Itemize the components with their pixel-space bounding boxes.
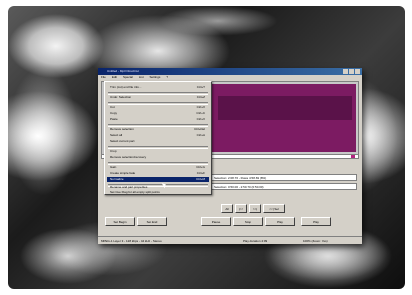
menu-item-shortcut: Ctrl+M (196, 177, 205, 181)
stop-button[interactable]: Stop (233, 217, 263, 226)
menu-item-select-part[interactable]: Select current part (107, 139, 209, 144)
close-icon[interactable] (355, 69, 360, 74)
minimize-icon[interactable] (343, 69, 348, 74)
menu-item-label: Select all (110, 133, 123, 137)
selection-range-field[interactable]: Selection: 0:50.00 - 2:50.70 (0:50.00) (211, 183, 357, 190)
highlight-shine (158, 6, 278, 36)
menu-item-label: Normalize (110, 177, 124, 181)
selection-info-text: Selection: 2:08.76 - Rows 4:58.69 (8%) (214, 176, 267, 180)
selection-range-text: Selection: 0:50.00 - 2:50.70 (0:50.00) (214, 185, 264, 189)
waveform-selection (218, 96, 352, 120)
play-selection-button[interactable]: Play (301, 217, 331, 226)
menu-item-paste[interactable]: Paste Ctrl+V (107, 117, 209, 122)
menu-item-label: Undo: Selection (110, 95, 132, 99)
menu-item-label: Set Cue Flag for all empty split points (110, 190, 160, 194)
menu-item-shortcut: Ctrl+V (196, 117, 205, 121)
menu-item-undo[interactable]: Undo: Selection Ctrl+Z (107, 95, 209, 100)
pause-button[interactable]: Pause (201, 217, 231, 226)
menu-item-shortcut: Ctrl+F (196, 171, 205, 175)
menu-edit[interactable]: Edit (112, 75, 117, 80)
set-begin-button[interactable]: Set Begin (105, 217, 135, 226)
highlight-shine (8, 66, 78, 196)
status-format: MPEG-1 Layer 3 - 128 kbps - 44 kHz - Ste… (101, 239, 162, 243)
menu-item-label: Trim (cut) end file info... (110, 85, 142, 89)
start-button[interactable]: |<< (235, 204, 247, 213)
menu-item-remove-selection[interactable]: Remove selection Ctrl+Del (107, 127, 209, 132)
menu-item-label: Crop (110, 149, 117, 153)
menu-item-label: Select current part (110, 139, 135, 143)
window-controls (343, 69, 360, 74)
all-button[interactable]: All (221, 204, 233, 213)
menu-item-label: Create simple fade (110, 171, 136, 175)
status-duration: Play duration 4:09 (243, 239, 268, 243)
edit-menu-dropdown: Trim (cut) end file info... Ctrl+T Undo: … (104, 81, 212, 195)
maximize-icon[interactable] (349, 69, 354, 74)
menu-item-trim[interactable]: Trim (cut) end file info... Ctrl+T (107, 85, 209, 90)
menu-item-label: Remove selection/recovery (110, 155, 147, 159)
menu-settings[interactable]: Settings (150, 75, 161, 80)
menu-item-select-all[interactable]: Select all Ctrl+A (107, 133, 209, 138)
menu-item-fade[interactable]: Create simple fade Ctrl+F (107, 171, 209, 176)
menu-item-shortcut: Ctrl+T (196, 85, 205, 89)
menu-item-shortcut: Ctrl+Del (194, 127, 205, 131)
end-button[interactable]: >>| (249, 204, 261, 213)
transport-buttons: Set Begin Set End Pause Stop Play Play (101, 214, 359, 228)
play-button[interactable]: Play (265, 217, 295, 226)
menu-item-shortcut: Ctrl+Z (196, 95, 205, 99)
menu-item-label: Remove selection (110, 127, 134, 131)
title-bar[interactable]: Untitled - Mp3 DirectCut (98, 68, 362, 75)
status-bar: MPEG-1 Layer 3 - 128 kbps - 44 kHz - Ste… (98, 236, 362, 244)
menu-item-cue-flag[interactable]: Set Cue Flag for all empty split points (107, 190, 209, 195)
window-title: Untitled - Mp3 DirectCut (107, 69, 140, 73)
status-zoom: 100% (Zoom: Yes) (303, 239, 328, 243)
menu-special[interactable]: Special (123, 75, 133, 80)
set-end-button[interactable]: Set End (137, 217, 167, 226)
menu-item-label: Gain (110, 165, 117, 169)
menu-list[interactable]: List (139, 75, 144, 80)
menu-item-crop[interactable]: Crop (107, 149, 209, 154)
menu-item-cut[interactable]: Cut Ctrl+X (107, 105, 209, 110)
select-button[interactable]: <<| Sel (263, 204, 285, 213)
menu-help[interactable]: ? (166, 75, 168, 80)
position-marker[interactable] (351, 155, 355, 158)
menu-item-shortcut: Ctrl+C (196, 111, 205, 115)
menu-file[interactable]: File (101, 75, 106, 80)
menu-item-copy[interactable]: Copy Ctrl+C (107, 111, 209, 116)
selection-info-field: Selection: 2:08.76 - Rows 4:58.69 (8%) (211, 174, 357, 181)
menu-item-normalize[interactable]: Normalize Ctrl+M (107, 177, 209, 182)
menu-item-gain[interactable]: Gain Ctrl+G (107, 165, 209, 170)
menu-item-label: Paste (110, 117, 118, 121)
menu-item-label: Cut (110, 105, 115, 109)
menu-item-shortcut: Ctrl+A (196, 133, 205, 137)
menu-item-shortcut: Ctrl+X (196, 105, 205, 109)
menu-item-remove-recovery[interactable]: Remove selection/recovery (107, 155, 209, 160)
screenshot-frame: Untitled - Mp3 DirectCut File Edit Speci… (0, 0, 412, 295)
menu-item-label: Copy (110, 111, 118, 115)
menu-item-shortcut: Ctrl+G (196, 165, 205, 169)
menu-bar: File Edit Special List Settings ? (98, 75, 362, 80)
